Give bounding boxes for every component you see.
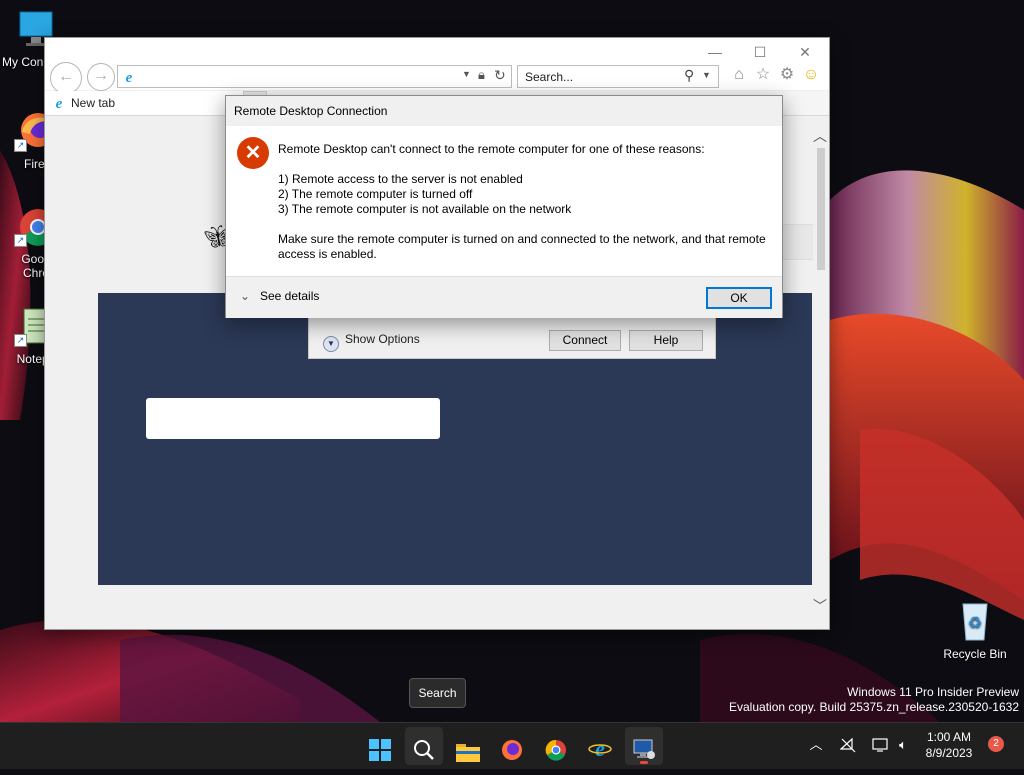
chrome-icon bbox=[545, 736, 567, 761]
watermark-line-1: Windows 11 Pro Insider Preview bbox=[847, 685, 1019, 699]
dialog-footer: ⌄ See details OK bbox=[226, 276, 782, 318]
see-details-toggle[interactable]: ⌄ See details bbox=[240, 289, 319, 303]
browser-toolbar: — ☐ ✕ ← → e ▼ 🔒︎ ↻ Search... ⚲ ▼ ⌂ ☆ ⚙ ☺ bbox=[45, 38, 829, 94]
notification-badge[interactable]: 2 bbox=[988, 736, 1004, 752]
volume-icon[interactable]: 🔈︎ bbox=[895, 737, 911, 753]
recycle-bin-icon: ♻ bbox=[955, 598, 995, 642]
watermark-line-2: Evaluation copy. Build 25375.zn_release.… bbox=[729, 700, 1019, 714]
svg-text:♻: ♻ bbox=[968, 615, 982, 632]
smiley-feedback-icon[interactable]: ☺ bbox=[802, 66, 820, 84]
error-message: Remote Desktop can't connect to the remo… bbox=[278, 142, 768, 262]
taskbar: e ︿ 🔈︎ 1:00 AM 8/9/2023 2 bbox=[0, 722, 1024, 769]
system-clock[interactable]: 1:00 AM 8/9/2023 bbox=[920, 729, 978, 761]
taskbar-file-explorer[interactable] bbox=[449, 727, 487, 765]
search-icon[interactable]: ⚲ bbox=[684, 67, 694, 84]
internet-explorer-icon: e bbox=[588, 735, 612, 761]
show-options-toggle[interactable]: ▼ Show Options bbox=[323, 332, 420, 352]
search-icon bbox=[413, 736, 435, 760]
network-disconnected-icon[interactable] bbox=[839, 737, 856, 753]
svg-text:e: e bbox=[56, 96, 63, 110]
taskbar-internet-explorer[interactable]: e bbox=[581, 727, 619, 765]
settings-gear-icon[interactable]: ⚙ bbox=[778, 66, 796, 84]
svg-text:e: e bbox=[126, 70, 133, 84]
maximize-button[interactable]: ☐ bbox=[749, 44, 771, 60]
display-icon[interactable] bbox=[872, 737, 888, 753]
search-dropdown-icon[interactable]: ▼ bbox=[702, 70, 711, 80]
expand-chevron-icon: ▼ bbox=[323, 336, 339, 352]
error-reason: 3) The remote computer is not available … bbox=[278, 202, 572, 216]
start-icon bbox=[369, 736, 391, 761]
minimize-button[interactable]: — bbox=[704, 44, 726, 60]
error-reason: 1) Remote access to the server is not en… bbox=[278, 172, 523, 186]
ie-tab-icon: e bbox=[51, 94, 67, 112]
dialog-title: Remote Desktop Connection bbox=[234, 104, 388, 118]
tab-label: New tab bbox=[71, 96, 116, 110]
desktop-icon-label: Recycle Bin bbox=[943, 647, 1007, 661]
start-button[interactable] bbox=[361, 727, 399, 765]
address-dropdown-icon[interactable]: ▼ bbox=[462, 69, 471, 79]
see-details-label: See details bbox=[260, 289, 320, 303]
taskbar-remote-desktop[interactable] bbox=[625, 727, 663, 765]
close-button[interactable]: ✕ bbox=[794, 44, 816, 60]
show-hidden-icons-chevron-icon[interactable]: ︿ bbox=[808, 737, 824, 753]
search-placeholder: Search... bbox=[525, 70, 574, 84]
error-dialog: Remote Desktop Connection ✕ Remote Deskt… bbox=[225, 95, 783, 318]
firefox-icon bbox=[501, 736, 523, 760]
remote-desktop-icon bbox=[632, 736, 656, 759]
chevron-down-icon: ⌄ bbox=[240, 289, 251, 303]
taskbar-search-button[interactable] bbox=[405, 727, 443, 765]
evaluation-watermark: Windows 11 Pro Insider Preview Evaluatio… bbox=[729, 685, 1019, 715]
address-bar[interactable]: e ▼ 🔒︎ ↻ bbox=[117, 65, 512, 88]
rdc-dialog-bottom: ▼ Show Options Connect Help bbox=[308, 318, 716, 359]
help-button[interactable]: Help bbox=[629, 330, 703, 351]
ie-page-icon: e bbox=[121, 68, 137, 86]
ok-button[interactable]: OK bbox=[706, 287, 772, 309]
back-arrow-icon: ← bbox=[58, 68, 74, 85]
search-tooltip: Search bbox=[409, 678, 466, 708]
error-advice: Make sure the remote computer is turned … bbox=[278, 232, 766, 261]
dialog-title-bar[interactable]: Remote Desktop Connection bbox=[226, 96, 782, 126]
error-intro: Remote Desktop can't connect to the remo… bbox=[278, 142, 705, 156]
clock-date: 8/9/2023 bbox=[925, 746, 973, 760]
scroll-down-icon[interactable]: ﹀ bbox=[811, 598, 829, 614]
shortcut-arrow-icon: ↗ bbox=[14, 234, 27, 247]
taskbar-firefox[interactable] bbox=[493, 727, 531, 765]
home-icon[interactable]: ⌂ bbox=[730, 66, 748, 84]
running-indicator bbox=[640, 761, 648, 764]
desktop-icon-recycle-bin[interactable]: ♻ Recycle Bin bbox=[942, 598, 1008, 661]
favorites-star-icon[interactable]: ☆ bbox=[754, 66, 772, 84]
back-button[interactable]: ← bbox=[50, 62, 82, 94]
error-x-icon: ✕ bbox=[237, 137, 269, 169]
shortcut-arrow-icon: ↗ bbox=[14, 139, 27, 152]
scroll-up-icon[interactable]: ︿ bbox=[811, 128, 829, 144]
refresh-icon[interactable]: ↻ bbox=[494, 67, 506, 84]
forward-button[interactable]: → bbox=[87, 63, 115, 91]
tab-new-tab[interactable]: e New tab bbox=[45, 91, 250, 115]
lock-icon: 🔒︎ bbox=[478, 67, 485, 82]
scrollbar-thumb[interactable] bbox=[817, 148, 825, 270]
taskbar-chrome[interactable] bbox=[537, 727, 575, 765]
svg-text:e: e bbox=[595, 736, 605, 760]
show-options-label: Show Options bbox=[345, 332, 420, 346]
connect-button[interactable]: Connect bbox=[549, 330, 621, 351]
clock-time: 1:00 AM bbox=[926, 730, 972, 744]
file-explorer-icon bbox=[456, 737, 480, 762]
shortcut-arrow-icon: ↗ bbox=[14, 334, 27, 347]
error-reason: 2) The remote computer is turned off bbox=[278, 187, 473, 201]
forward-arrow-icon: → bbox=[93, 67, 109, 84]
page-search-field[interactable] bbox=[146, 398, 440, 439]
search-box[interactable]: Search... ⚲ ▼ bbox=[517, 65, 719, 88]
